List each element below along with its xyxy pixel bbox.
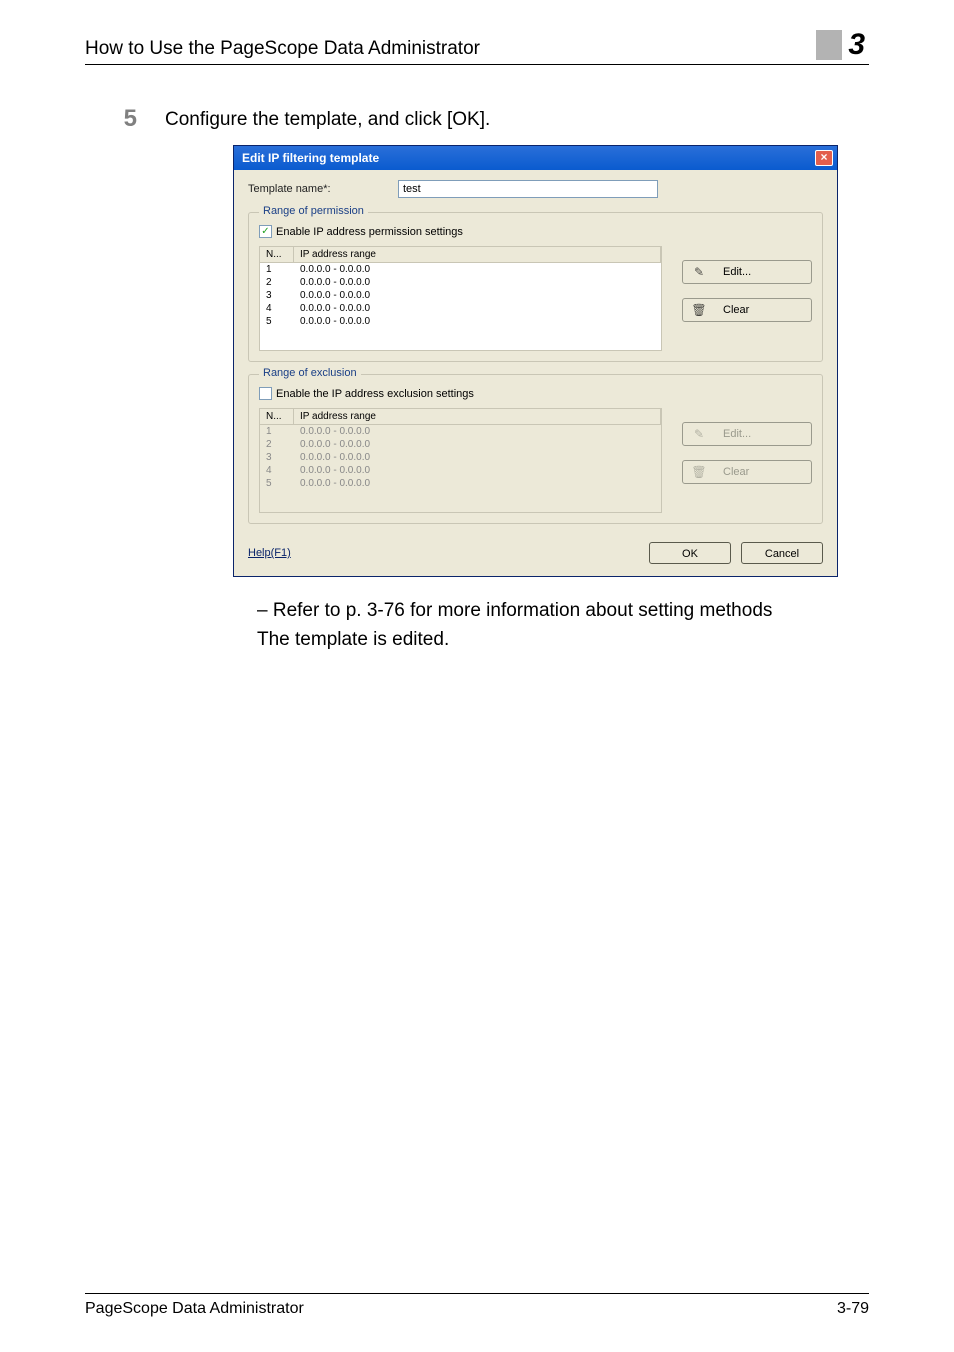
- col-n-header: N...: [260, 409, 294, 424]
- footer-left: PageScope Data Administrator: [85, 1300, 304, 1318]
- template-name-input[interactable]: [398, 180, 658, 198]
- clear-label: Clear: [723, 466, 749, 478]
- help-link[interactable]: Help(F1): [248, 547, 291, 559]
- list-item: 50.0.0.0 - 0.0.0.0: [260, 477, 661, 490]
- dialog-titlebar: Edit IP filtering template ×: [234, 146, 837, 170]
- refer-line: – Refer to p. 3-76 for more information …: [257, 597, 869, 626]
- exclusion-listview[interactable]: N... IP address range 10.0.0.0 - 0.0.0.0…: [259, 408, 662, 513]
- exclusion-legend: Range of exclusion: [259, 367, 361, 379]
- list-item: 10.0.0.0 - 0.0.0.0: [260, 425, 661, 438]
- result-line: The template is edited.: [257, 626, 869, 655]
- step-text: Configure the template, and click [OK].: [165, 107, 869, 131]
- list-item: 10.0.0.0 - 0.0.0.0: [260, 263, 661, 276]
- permission-checkbox[interactable]: ✓: [259, 225, 272, 238]
- list-item: 20.0.0.0 - 0.0.0.0: [260, 438, 661, 451]
- list-item: 40.0.0.0 - 0.0.0.0: [260, 302, 661, 315]
- step-number: 5: [85, 107, 165, 131]
- page-footer: PageScope Data Administrator 3-79: [85, 1293, 869, 1318]
- permission-legend: Range of permission: [259, 205, 368, 217]
- dialog-edit-ip-filtering: Edit IP filtering template × Template na…: [233, 145, 838, 577]
- permission-edit-button[interactable]: ✎ Edit...: [682, 260, 812, 284]
- col-range-header: IP address range: [294, 247, 661, 262]
- edit-icon: ✎: [691, 264, 707, 280]
- clear-label: Clear: [723, 304, 749, 316]
- list-item: 30.0.0.0 - 0.0.0.0: [260, 451, 661, 464]
- dialog-title: Edit IP filtering template: [242, 151, 379, 165]
- edit-icon: ✎: [691, 426, 707, 442]
- list-item: 50.0.0.0 - 0.0.0.0: [260, 315, 661, 328]
- list-item: 20.0.0.0 - 0.0.0.0: [260, 276, 661, 289]
- template-name-label: Template name*:: [248, 183, 398, 195]
- chapter-indicator: 3: [816, 30, 869, 60]
- page-header: How to Use the PageScope Data Administra…: [85, 30, 869, 65]
- exclusion-edit-button[interactable]: ✎ Edit...: [682, 422, 812, 446]
- ok-button[interactable]: OK: [649, 542, 731, 564]
- col-range-header: IP address range: [294, 409, 661, 424]
- exclusion-check-label: Enable the IP address exclusion settings: [276, 388, 474, 400]
- chapter-bar: [816, 30, 842, 60]
- cancel-button[interactable]: Cancel: [741, 542, 823, 564]
- permission-group: Range of permission ✓ Enable IP address …: [248, 212, 823, 362]
- exclusion-clear-button[interactable]: 🗑 Clear: [682, 460, 812, 484]
- edit-label: Edit...: [723, 266, 751, 278]
- header-title: How to Use the PageScope Data Administra…: [85, 38, 480, 60]
- edit-label: Edit...: [723, 428, 751, 440]
- close-icon[interactable]: ×: [815, 150, 833, 166]
- footer-right: 3-79: [837, 1300, 869, 1318]
- step-row: 5 Configure the template, and click [OK]…: [85, 107, 869, 131]
- clear-icon: 🗑: [691, 302, 707, 318]
- list-item: 30.0.0.0 - 0.0.0.0: [260, 289, 661, 302]
- exclusion-checkbox[interactable]: [259, 387, 272, 400]
- clear-icon: 🗑: [691, 464, 707, 480]
- permission-check-label: Enable IP address permission settings: [276, 226, 463, 238]
- list-item: 40.0.0.0 - 0.0.0.0: [260, 464, 661, 477]
- permission-listview[interactable]: N... IP address range 10.0.0.0 - 0.0.0.0…: [259, 246, 662, 351]
- exclusion-group: Range of exclusion Enable the IP address…: [248, 374, 823, 524]
- col-n-header: N...: [260, 247, 294, 262]
- permission-clear-button[interactable]: 🗑 Clear: [682, 298, 812, 322]
- chapter-number: 3: [844, 30, 869, 60]
- body-text: – Refer to p. 3-76 for more information …: [257, 597, 869, 654]
